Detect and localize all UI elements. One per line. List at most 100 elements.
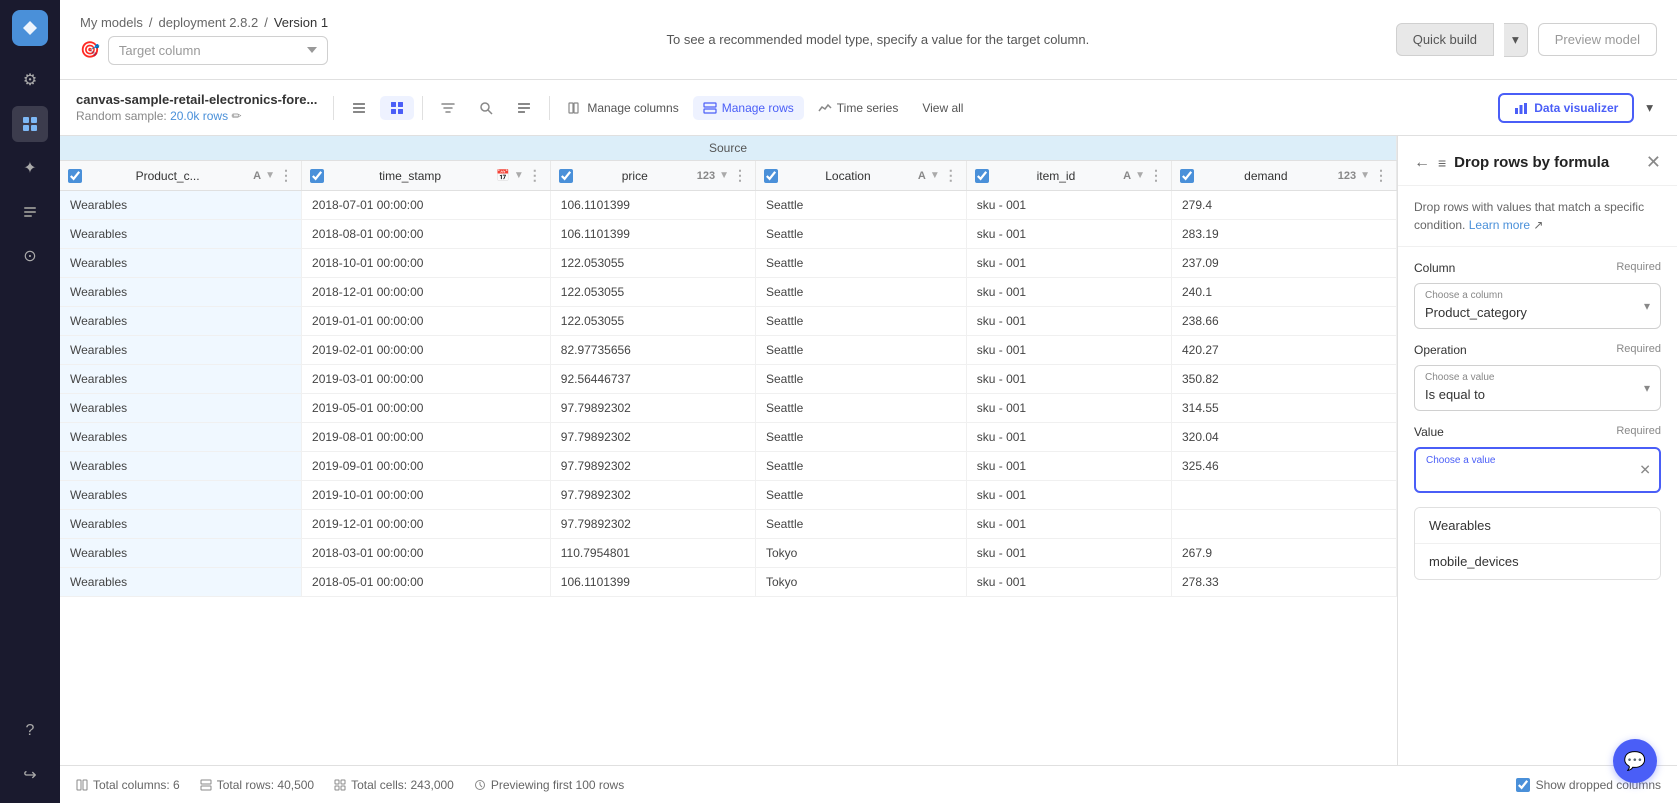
search-button[interactable]	[469, 96, 503, 120]
col-sort-timestamp[interactable]: ▼	[514, 170, 524, 181]
panel-operation-select[interactable]: Is equal to	[1415, 383, 1660, 408]
col-more-price[interactable]: ⋮	[733, 167, 747, 184]
manage-columns-icon	[568, 101, 582, 115]
col-sort-product[interactable]: ▼	[265, 170, 275, 181]
col-checkbox-itemid[interactable]	[975, 169, 989, 183]
status-columns: Total columns: 6	[76, 778, 180, 792]
manage-columns-button[interactable]: Manage columns	[558, 96, 688, 120]
value-clear-button[interactable]: ✕	[1639, 462, 1651, 479]
sidebar-icon-models[interactable]	[12, 106, 48, 142]
table-cell: sku - 001	[966, 539, 1171, 568]
col-sort-demand[interactable]: ▼	[1360, 170, 1370, 181]
sidebar-icon-logout[interactable]: ↪	[12, 757, 48, 793]
col-more-itemid[interactable]: ⋮	[1149, 167, 1163, 184]
right-panel: ← ≡ Drop rows by formula ✕ Drop rows wit…	[1397, 136, 1677, 765]
chat-button[interactable]: 💬	[1613, 739, 1657, 783]
col-more-location[interactable]: ⋮	[944, 167, 958, 184]
table-cell: Seattle	[756, 336, 967, 365]
preview-model-button[interactable]: Preview model	[1538, 23, 1657, 56]
col-label-demand: demand	[1198, 169, 1334, 183]
table-row: Wearables2019-02-01 00:00:0082.97735656S…	[60, 336, 1397, 365]
grid-view-icon	[390, 101, 404, 115]
table-cell: Seattle	[756, 510, 967, 539]
main-content: My models / deployment 2.8.2 / Version 1…	[60, 0, 1677, 803]
table-cell: sku - 001	[966, 394, 1171, 423]
col-sort-location[interactable]: ▼	[930, 170, 940, 181]
col-checkbox-demand[interactable]	[1180, 169, 1194, 183]
sidebar-icon-help[interactable]: ?	[12, 713, 48, 749]
data-visualizer-button[interactable]: Data visualizer	[1498, 93, 1634, 123]
filter-button[interactable]	[431, 96, 465, 120]
table-cell: 320.04	[1171, 423, 1396, 452]
columns-list-button[interactable]	[507, 96, 541, 120]
quick-build-arrow-button[interactable]: ▾	[1504, 23, 1528, 57]
sidebar-icon-experiments[interactable]: ✦	[12, 150, 48, 186]
panel-operation-label: Operation Required	[1414, 343, 1661, 357]
content-area: Source Product_c... A ▼ ⋮	[60, 136, 1677, 765]
table-cell: sku - 001	[966, 423, 1171, 452]
app-logo[interactable]	[12, 10, 48, 46]
dropdown-options-list: Wearables mobile_devices	[1414, 507, 1661, 580]
table-cell: sku - 001	[966, 191, 1171, 220]
col-header-itemid: item_id A ▼ ⋮	[966, 161, 1171, 191]
breadcrumb-models[interactable]: My models	[80, 15, 143, 30]
panel-value-required: Required	[1616, 425, 1661, 439]
toolbar-more-button[interactable]: ▾	[1638, 95, 1661, 121]
col-sort-itemid[interactable]: ▼	[1135, 170, 1145, 181]
table-row: Wearables2019-01-01 00:00:00122.053055Se…	[60, 307, 1397, 336]
col-label-itemid: item_id	[993, 169, 1119, 183]
table-wrapper[interactable]: Source Product_c... A ▼ ⋮	[60, 136, 1397, 765]
col-more-timestamp[interactable]: ⋮	[528, 167, 542, 184]
table-cell: Wearables	[60, 452, 302, 481]
view-all-button[interactable]: View all	[912, 96, 973, 120]
target-column-select[interactable]: Target column	[108, 36, 328, 65]
panel-title-icon: ≡	[1438, 155, 1446, 171]
table-cell: Seattle	[756, 220, 967, 249]
col-checkbox-location[interactable]	[764, 169, 778, 183]
panel-close-button[interactable]: ✕	[1646, 152, 1661, 173]
statusbar: Total columns: 6 Total rows: 40,500 Tota…	[60, 765, 1677, 803]
table-cell: 283.19	[1171, 220, 1396, 249]
panel-back-button[interactable]: ←	[1414, 154, 1430, 172]
time-series-icon	[818, 101, 832, 115]
table-cell: 2018-03-01 00:00:00	[302, 539, 551, 568]
status-previewing: Previewing first 100 rows	[474, 778, 624, 792]
table-cell: 2019-03-01 00:00:00	[302, 365, 551, 394]
sidebar-icon-toggle[interactable]: ⊙	[12, 238, 48, 274]
panel-operation-select-wrapper: Choose a value Is equal to ▾	[1414, 365, 1661, 411]
dropdown-option-wearables[interactable]: Wearables	[1415, 508, 1660, 544]
time-series-button[interactable]: Time series	[808, 96, 909, 120]
table-cell: 97.79892302	[550, 394, 755, 423]
table-cell: Seattle	[756, 452, 967, 481]
table-header-row: Product_c... A ▼ ⋮ time_stamp	[60, 161, 1397, 191]
value-input-wrapper: Choose a value ✕	[1414, 447, 1661, 493]
grid-view-button[interactable]	[380, 96, 414, 120]
sidebar-icon-settings[interactable]: ⚙	[12, 62, 48, 98]
search-icon	[479, 101, 493, 115]
col-more-demand[interactable]: ⋮	[1374, 167, 1388, 184]
table-cell: Tokyo	[756, 539, 967, 568]
dropdown-options-container: Wearables mobile_devices	[1398, 507, 1677, 580]
table-row: Wearables2019-12-01 00:00:0097.79892302S…	[60, 510, 1397, 539]
panel-column-select[interactable]: Product_category	[1415, 301, 1660, 326]
col-checkbox-timestamp[interactable]	[310, 169, 324, 183]
value-input[interactable]	[1416, 466, 1659, 489]
panel-title: Drop rows by formula	[1454, 154, 1638, 171]
quick-build-button[interactable]: Quick build	[1396, 23, 1494, 56]
table-row: Wearables2019-08-01 00:00:0097.79892302S…	[60, 423, 1397, 452]
sidebar-icon-list[interactable]	[12, 194, 48, 230]
learn-more-link[interactable]: Learn more	[1469, 218, 1530, 232]
col-checkbox-product[interactable]	[68, 169, 82, 183]
show-dropped-checkbox[interactable]	[1516, 778, 1530, 792]
edit-icon[interactable]: ✏	[231, 109, 241, 123]
manage-rows-button[interactable]: Manage rows	[693, 96, 804, 120]
table-cell: Wearables	[60, 510, 302, 539]
panel-column-placeholder: Choose a column	[1415, 286, 1660, 301]
dropdown-option-mobile[interactable]: mobile_devices	[1415, 544, 1660, 579]
col-checkbox-price[interactable]	[559, 169, 573, 183]
table-cell: Wearables	[60, 191, 302, 220]
list-view-button[interactable]	[342, 96, 376, 120]
col-more-product[interactable]: ⋮	[279, 167, 293, 184]
col-sort-price[interactable]: ▼	[719, 170, 729, 181]
breadcrumb-deployment[interactable]: deployment 2.8.2	[158, 15, 258, 30]
